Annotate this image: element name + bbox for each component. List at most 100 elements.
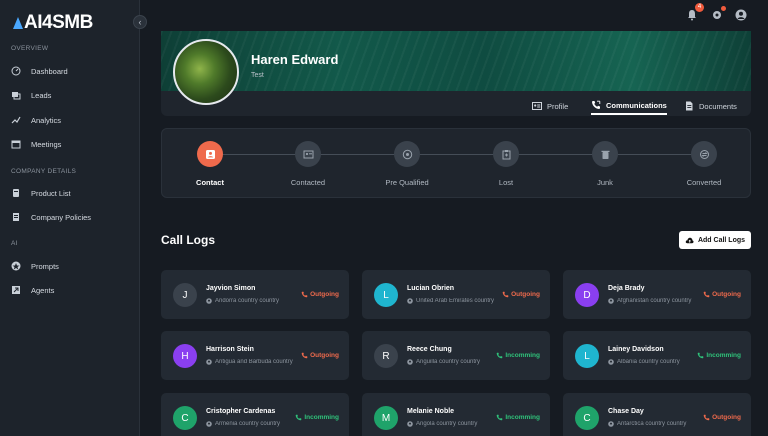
contact-avatar: M bbox=[374, 406, 398, 430]
settings-button[interactable] bbox=[710, 6, 726, 22]
step-circle bbox=[493, 141, 519, 167]
location-text: Armenia country country bbox=[215, 421, 281, 427]
sidebar-item-analytics[interactable]: Analytics bbox=[11, 112, 131, 128]
call-log-card[interactable]: D Deja Brady Afghanistan country country… bbox=[563, 270, 751, 319]
location-pin-icon bbox=[407, 359, 413, 365]
contact-name: Chase Day bbox=[608, 408, 644, 415]
location-pin-icon bbox=[407, 298, 413, 304]
call-logs-title: Call Logs bbox=[161, 233, 216, 247]
contact-location: Andorra country country bbox=[206, 298, 294, 304]
tab-communications[interactable]: Communications bbox=[591, 97, 667, 115]
contact-avatar: R bbox=[374, 344, 398, 368]
step-circle bbox=[592, 141, 618, 167]
contact-location: Angola country country bbox=[407, 421, 495, 427]
step-pre-qualified[interactable]: Pre Qualified bbox=[367, 141, 447, 187]
contact-name: Melanie Noble bbox=[407, 408, 455, 415]
sidebar-item-agents[interactable]: Agents bbox=[11, 282, 131, 298]
call-status: Outgoing bbox=[703, 291, 741, 298]
step-lost[interactable]: Lost bbox=[466, 141, 546, 187]
call-log-card[interactable]: J Jayvion Simon Andorra country country … bbox=[161, 270, 349, 319]
sidebar-item-dashboard[interactable]: Dashboard bbox=[11, 63, 131, 79]
sidebar-item-meetings[interactable]: Meetings bbox=[11, 136, 131, 152]
call-log-card[interactable]: R Reece Chung Anguilla country country I… bbox=[362, 331, 550, 380]
step-label: Converted bbox=[686, 178, 722, 187]
analytics-icon bbox=[11, 115, 21, 125]
contact-avatar: J bbox=[173, 283, 197, 307]
contact-name: Lucian Obrien bbox=[407, 285, 455, 292]
product-icon bbox=[11, 188, 21, 198]
call-log-card[interactable]: L Lucian Obrien United Arab Emirates cou… bbox=[362, 270, 550, 319]
leads-icon bbox=[11, 90, 21, 100]
sidebar-section-company-details: COMPANY DETAILS bbox=[11, 168, 77, 175]
star-icon bbox=[11, 261, 21, 271]
step-circle bbox=[394, 141, 420, 167]
sidebar-item-prompts[interactable]: Prompts bbox=[11, 258, 131, 274]
outgoing-call-icon bbox=[502, 291, 509, 298]
step-junk[interactable]: Junk bbox=[565, 141, 645, 187]
call-log-card[interactable]: M Melanie Noble Angola country country I… bbox=[362, 393, 550, 436]
step-label: Lost bbox=[498, 178, 514, 187]
incoming-call-icon bbox=[497, 414, 503, 421]
sidebar-item-label: Product List bbox=[31, 188, 71, 198]
target-icon bbox=[402, 149, 412, 159]
step-circle bbox=[691, 141, 717, 167]
cloud-upload-icon bbox=[685, 237, 694, 243]
call-status: Incomming bbox=[496, 352, 540, 359]
logo[interactable]: AI4SMB bbox=[13, 12, 93, 34]
tab-profile[interactable]: Profile bbox=[532, 97, 568, 115]
call-status-text: Incomming bbox=[304, 414, 339, 421]
location-pin-icon bbox=[206, 298, 212, 304]
sidebar-item-product-list[interactable]: Product List bbox=[11, 185, 131, 201]
logo-mark-icon bbox=[13, 17, 23, 29]
gear-icon bbox=[713, 11, 721, 19]
tab-documents[interactable]: Documents bbox=[684, 97, 737, 115]
profile-card: Haren Edward Test Profile Communications… bbox=[161, 31, 751, 116]
call-status-text: Outgoing bbox=[712, 414, 741, 421]
step-contact[interactable]: Contact bbox=[170, 141, 250, 187]
call-status: Outgoing bbox=[502, 291, 540, 298]
sidebar-section-ai: AI bbox=[11, 240, 18, 247]
call-status-text: Incomming bbox=[706, 352, 741, 359]
app-root: AI4SMB OVERVIEW Dashboard Leads Analytic… bbox=[0, 0, 768, 436]
outgoing-call-icon bbox=[703, 291, 710, 298]
call-log-card[interactable]: H Harrison Stein Antigua and Barbuda cou… bbox=[161, 331, 349, 380]
location-text: United Arab Emirates country bbox=[416, 298, 495, 304]
tab-label: Documents bbox=[699, 101, 737, 111]
location-text: Antarctica country country bbox=[617, 421, 687, 427]
location-text: Afghanistan country country bbox=[617, 298, 692, 304]
contact-location: Afghanistan country country bbox=[608, 298, 696, 304]
call-status: Outgoing bbox=[301, 352, 339, 359]
sidebar-item-leads[interactable]: Leads bbox=[11, 87, 131, 103]
step-label: Junk bbox=[597, 178, 613, 187]
phone-icon bbox=[592, 100, 601, 109]
user-avatar-button[interactable] bbox=[734, 8, 748, 22]
contact-name: Harrison Stein bbox=[206, 346, 254, 353]
call-status: Incomming bbox=[295, 414, 339, 421]
contact-card-icon bbox=[205, 149, 215, 159]
call-status-text: Outgoing bbox=[310, 352, 339, 359]
calendar-icon bbox=[11, 139, 21, 149]
sidebar-item-company-policies[interactable]: Company Policies bbox=[11, 209, 131, 225]
lead-status-stepper: Contact Contacted Pre Qualified Lost Jun… bbox=[161, 128, 751, 198]
profile-subtitle: Test bbox=[251, 72, 264, 79]
tab-label: Profile bbox=[547, 101, 569, 111]
logo-text: AI4SMB bbox=[24, 12, 93, 33]
call-log-card[interactable]: C Chase Day Antarctica country country O… bbox=[563, 393, 751, 436]
step-converted[interactable]: Converted bbox=[664, 141, 744, 187]
sidebar-item-label: Meetings bbox=[31, 139, 62, 149]
step-contacted[interactable]: Contacted bbox=[268, 141, 348, 187]
call-log-card[interactable]: C Cristopher Cardenas Armenia country co… bbox=[161, 393, 349, 436]
document-icon bbox=[11, 212, 21, 222]
call-status: Outgoing bbox=[703, 414, 741, 421]
contact-location: United Arab Emirates country bbox=[407, 298, 495, 304]
contact-name: Cristopher Cardenas bbox=[206, 408, 276, 415]
notifications-button[interactable]: 4 bbox=[685, 3, 704, 22]
clipboard-icon bbox=[502, 149, 510, 159]
add-call-logs-button[interactable]: Add Call Logs bbox=[679, 231, 751, 249]
sidebar-collapse-button[interactable]: ‹ bbox=[133, 15, 147, 29]
call-status-text: Outgoing bbox=[511, 291, 540, 298]
id-card-icon bbox=[532, 102, 542, 110]
call-log-card[interactable]: L Lainey Davidson Albania country countr… bbox=[563, 331, 751, 380]
contact-location: Antarctica country country bbox=[608, 421, 696, 427]
contact-avatar: L bbox=[575, 344, 599, 368]
